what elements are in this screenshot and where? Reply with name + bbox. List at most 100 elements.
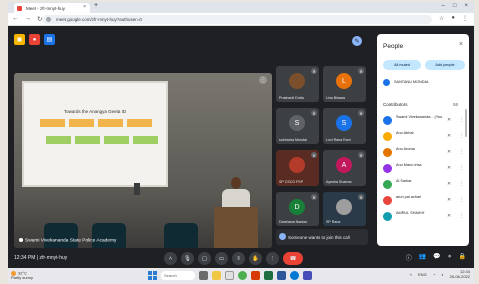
windows-start-icon[interactable] — [148, 271, 157, 280]
bookmark-star-icon[interactable]: ☆ — [439, 15, 444, 22]
more-vert-icon[interactable]: ⋮ — [459, 133, 464, 139]
wifi-icon[interactable]: ◔ — [433, 272, 435, 277]
leave-call-button[interactable]: ☎ — [283, 252, 303, 265]
participant-tile[interactable]: S ✕ Lovi Rana Rani — [323, 108, 366, 144]
activities-icon[interactable]: ⋄ — [448, 253, 452, 262]
people-panel: People × All muted Add people SANTANU MO… — [377, 34, 469, 246]
panel-scrollbar[interactable] — [465, 109, 467, 137]
info-icon[interactable]: ⓘ — [406, 253, 412, 262]
maximize-button[interactable]: □ — [453, 3, 457, 9]
weather-widget[interactable]: 32°C Partly sunny — [11, 271, 33, 281]
file-explorer-icon[interactable] — [212, 271, 221, 280]
participant-row[interactable]: Anu Manu Irisa ✕ ⋮ — [383, 162, 465, 176]
avatar: A — [336, 157, 352, 173]
meeting-info: 12:34 PM | zfr-mnyt-huy — [14, 255, 67, 261]
mic-off-icon[interactable]: ✕ — [447, 197, 451, 203]
participant-tile[interactable]: L ✕ Lina Biswas — [323, 66, 366, 102]
tab-title: Meet - zfr-mnyt-huy — [26, 5, 66, 11]
close-window-button[interactable]: × — [464, 3, 468, 9]
participant-row[interactable]: Anu Aroma ✕ ⋮ — [383, 146, 465, 160]
participant-row[interactable]: Swami Vivekananda... (You) ✕ ⋮ — [383, 114, 465, 128]
taskbar-search[interactable]: Search — [161, 271, 195, 280]
chair — [92, 223, 126, 248]
annotate-pen-icon[interactable]: ✎ — [352, 36, 362, 46]
more-vert-icon[interactable]: ⋮ — [459, 213, 464, 219]
mic-off-icon[interactable]: ✕ — [447, 117, 451, 123]
excel-icon[interactable] — [264, 271, 273, 280]
mic-off-icon[interactable]: ✕ — [447, 149, 451, 155]
main-video-tile[interactable]: Towards the Anangya Geeta ID Swami Vivek… — [14, 73, 272, 248]
add-people-button[interactable]: Add people — [425, 60, 465, 70]
more-vert-icon[interactable]: ⋮ — [459, 149, 464, 155]
mic-off-icon[interactable]: ✕ — [447, 213, 451, 219]
participant-row[interactable]: AMRUL SHAIKH ✕ ⋮ — [383, 210, 465, 224]
teams-icon[interactable] — [303, 271, 312, 280]
task-view-icon[interactable] — [199, 271, 208, 280]
camera-icon[interactable]: ▢ — [198, 252, 211, 265]
participant-row[interactable]: arun pal achari ✕ ⋮ — [383, 194, 465, 208]
menu-kebab-icon[interactable]: ⋮ — [462, 15, 468, 22]
participant-row[interactable]: Al Sarkar ✕ ⋮ — [383, 178, 465, 192]
chair — [164, 223, 198, 248]
contributors-header[interactable]: Contributors 58 — [383, 102, 463, 107]
volume-icon[interactable]: ◖ — [441, 272, 443, 277]
host-row[interactable]: SANTANU MONDAL — [383, 77, 463, 87]
close-icon[interactable]: × — [459, 41, 463, 48]
host-avatar — [383, 78, 390, 86]
mute-all-button[interactable]: All muted — [383, 60, 421, 70]
chevron-up-icon[interactable]: ˄ — [410, 272, 412, 277]
window-controls: – □ × — [442, 3, 468, 9]
present-icon[interactable]: ⇧ — [232, 252, 245, 265]
pin-icon[interactable]: ▤ — [44, 34, 55, 45]
minimize-button[interactable]: – — [442, 3, 445, 9]
language-indicator[interactable]: ENG — [418, 272, 427, 277]
tile-more-icon[interactable]: ⋮ — [259, 76, 267, 84]
chat-icon[interactable]: 💬 — [433, 253, 440, 262]
edge-icon[interactable] — [290, 271, 299, 280]
mic-off-icon[interactable]: ✕ — [447, 181, 451, 187]
captions-icon[interactable]: ▭ — [215, 252, 228, 265]
tab-close-icon[interactable]: × — [83, 4, 86, 10]
mic-off-icon[interactable]: ✕ — [447, 133, 451, 139]
participant-tile[interactable]: ✕ SP CSCG FSP — [276, 150, 319, 186]
new-tab-button[interactable]: + — [94, 2, 98, 9]
speaker-head — [231, 177, 241, 189]
record-dot-icon[interactable]: ● — [29, 34, 40, 45]
more-vert-icon[interactable]: ⋮ — [459, 181, 464, 187]
mic-off-icon: ✕ — [358, 68, 364, 74]
word-icon[interactable] — [277, 271, 286, 280]
profile-icon[interactable]: ● — [451, 15, 455, 22]
powerpoint-icon[interactable] — [251, 271, 260, 280]
participant-tile[interactable]: ✕ Prashanti Dutta — [276, 66, 319, 102]
participant-tile[interactable]: S ✕ subhadra Mondal — [276, 108, 319, 144]
participant-row[interactable]: Anu Abhat ✕ ⋮ — [383, 130, 465, 144]
toolbar-right: ☆ ● ⋮ — [439, 15, 468, 22]
person-add-icon — [279, 233, 286, 240]
participant-name: Darshana Naskar — [279, 220, 307, 224]
windows-taskbar: 32°C Partly sunny Search ˄ ENG ◔ ◖ 12:34… — [8, 268, 474, 284]
join-request-notice[interactable]: Someone wants to join this call — [276, 229, 368, 245]
mic-icon[interactable]: 🎙 — [181, 252, 194, 265]
more-vert-icon[interactable]: ⋮ — [459, 165, 464, 171]
taskbar-clock[interactable]: 12:34 26-08-2022 — [450, 269, 470, 279]
chevron-up-icon[interactable]: ˄ — [164, 252, 177, 265]
more-vert-icon[interactable]: ⋮ — [459, 197, 464, 203]
lock-icon[interactable]: 🔒 — [459, 253, 466, 262]
chrome-icon[interactable] — [238, 271, 247, 280]
back-arrow-icon[interactable]: ← — [12, 15, 19, 23]
mic-off-icon[interactable]: ✕ — [447, 165, 451, 171]
people-icon[interactable]: 👥 — [419, 253, 426, 262]
store-icon[interactable] — [225, 271, 234, 280]
raise-hand-icon[interactable]: ✋ — [249, 252, 262, 265]
avatar — [289, 157, 305, 173]
browser-tab-meet[interactable]: Meet - zfr-mnyt-huy × — [14, 3, 90, 13]
participant-tile[interactable]: ✕ SP Rana — [323, 192, 366, 226]
url-field[interactable]: meet.google.com/zfr-mnyt-huy?authuser=0 — [42, 15, 432, 24]
forward-arrow-icon[interactable]: → — [25, 15, 32, 23]
participant-tile[interactable]: A ✕ Ayesha Sharma — [323, 150, 366, 186]
recording-icon[interactable]: ▣ — [14, 34, 25, 45]
more-vert-icon[interactable]: ⋮ — [459, 117, 464, 123]
participant-tile[interactable]: D ✕ Darshana Naskar — [276, 192, 319, 226]
avatar: L — [336, 73, 352, 89]
more-options-icon[interactable]: ⋮ — [266, 252, 279, 265]
